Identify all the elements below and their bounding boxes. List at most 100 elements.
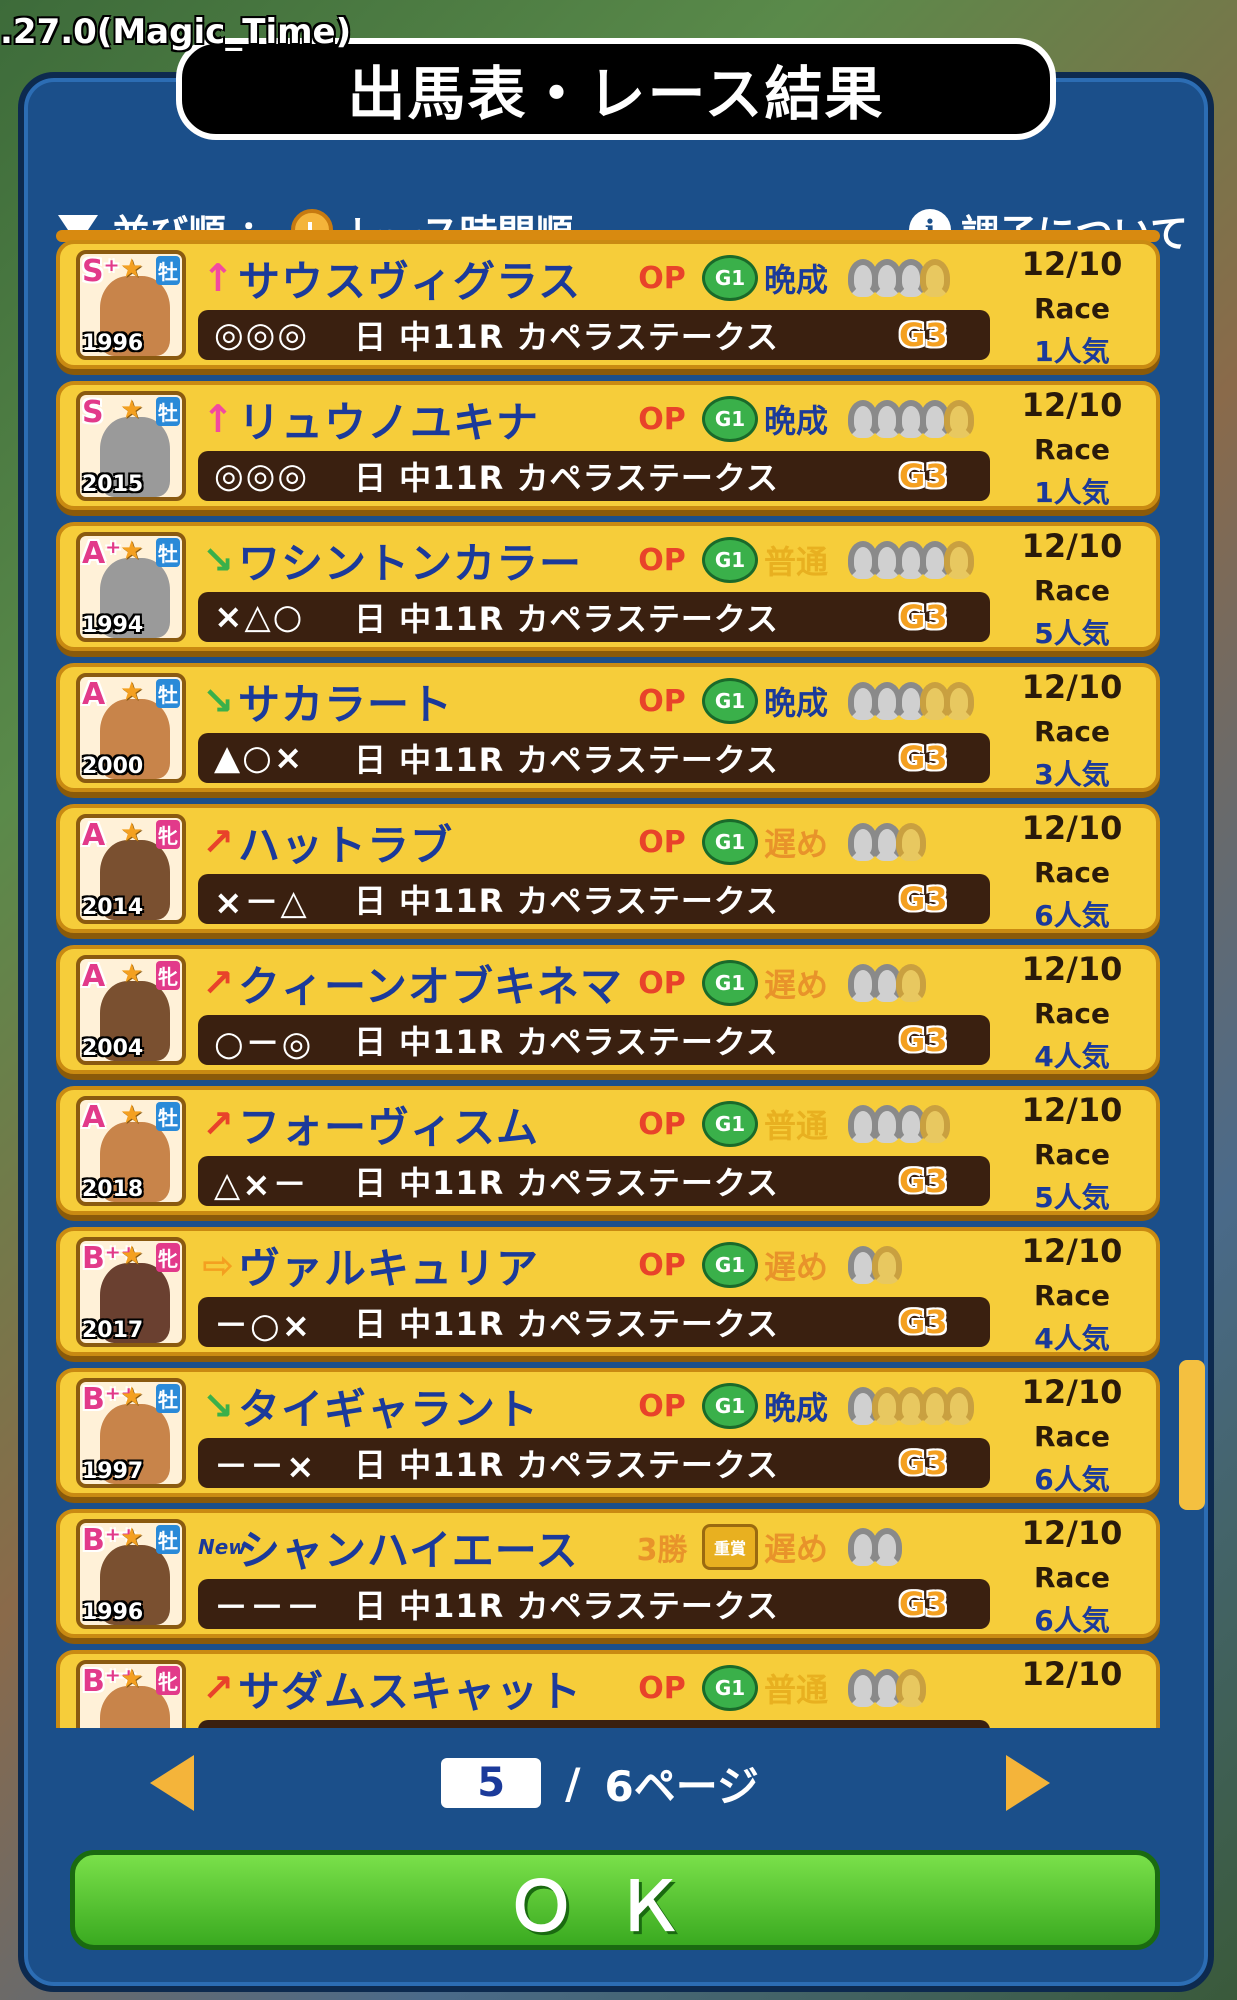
ok-button[interactable]: ＯＫ <box>70 1850 1160 1950</box>
horse-info-line: ↘ タイギャラント OP G1 晩成 <box>198 1378 978 1434</box>
growth-type: 遅め <box>764 825 829 863</box>
race-name: 日 中11R カペラステークス <box>354 1446 779 1484</box>
horse-row[interactable]: A⁺ ★ 牡 1994 ↘ ワシントンカラー OP G1 普通 ×△○ 日 中1… <box>56 522 1160 651</box>
race-entry-bar: ×－△ 日 中11R カペラステークス G3 <box>198 874 990 924</box>
horse-info-line: ↑ リュウノユキナ OP G1 晩成 <box>198 391 978 447</box>
horse-list[interactable]: S⁺ ★ 牡 1996 ↑ サウスヴィグラス OP G1 晩成 ◎◎◎ 日 中1… <box>56 240 1160 1728</box>
new-badge: New <box>198 1535 247 1559</box>
prev-page-arrow-icon[interactable] <box>150 1755 194 1811</box>
horse-rank: S⁺ <box>82 254 120 289</box>
race-name: 日 中11R カペラステークス <box>354 318 779 356</box>
horse-row[interactable]: A ★ 牡 2018 ↗ フォーヴィスム OP G1 普通 △×－ 日 中11R… <box>56 1086 1160 1215</box>
horse-class: OP <box>638 401 686 437</box>
horse-class: OP <box>638 542 686 578</box>
horse-row[interactable]: A ★ 牝 2004 ↗ クィーンオブキネマ OP G1 遅め ○－◎ 日 中1… <box>56 945 1160 1074</box>
star-icon: ★ <box>120 1523 144 1553</box>
horse-sex: 牝 <box>156 1243 180 1272</box>
trend-arrow-icon: ↘ <box>202 1384 234 1428</box>
horse-row[interactable]: B⁺⁺ ★ 牡 1996 New シャンハイエース 3勝 重賞 遅め －－－ 日… <box>56 1509 1160 1638</box>
popularity: 4人気 <box>1034 1040 1110 1073</box>
horse-name: リュウノユキナ <box>238 397 540 447</box>
horse-info-line: ↗ サダムスキャット OP G1 普通 <box>198 1660 978 1716</box>
race-date: 12/10 <box>1021 1091 1123 1129</box>
growth-type: 遅め <box>764 1248 829 1286</box>
horse-info-line: New シャンハイエース 3勝 重賞 遅め <box>198 1519 978 1575</box>
race-name: 日 中11R カペラステークス <box>354 1164 779 1202</box>
horse-name: シャンハイエース <box>238 1525 579 1575</box>
condition-shoes <box>848 823 926 861</box>
race-date-col: 12/10 Race 6人気 <box>1002 812 1142 930</box>
horse-info-line: ↗ クィーンオブキネマ OP G1 遅め <box>198 955 978 1011</box>
race-label: Race <box>1033 997 1111 1030</box>
horse-year: 2004 <box>82 1036 144 1061</box>
horse-class: OP <box>638 1247 686 1283</box>
popularity: 4人気 <box>1034 1322 1110 1355</box>
condition-shoes <box>848 964 926 1002</box>
page-title: 出馬表・レース結果 <box>347 60 885 128</box>
horse-portrait: S⁺ ★ 牡 1996 <box>76 250 186 360</box>
race-grade: G3 <box>899 880 948 918</box>
race-label: Race <box>1033 1138 1111 1171</box>
race-entry-bar: ▲○× 日 中11R カペラステークス G3 <box>198 733 990 783</box>
race-label: Race <box>1033 574 1111 607</box>
popularity: 1人気 <box>1034 335 1110 368</box>
growth-type: 晩成 <box>764 261 829 299</box>
race-date-col: 12/10 <box>1002 1658 1142 1728</box>
horse-row[interactable]: B⁺⁺ ★ 牡 1997 ↘ タイギャラント OP G1 晩成 －－× 日 中1… <box>56 1368 1160 1497</box>
horse-year: 2000 <box>82 754 144 779</box>
race-grade: G3 <box>899 316 948 354</box>
horse-class: OP <box>638 1106 686 1142</box>
horse-row[interactable]: B⁺⁺ ★ 牝 ↗ サダムスキャット OP G1 普通 12/10 <box>56 1650 1160 1728</box>
list-scrollbar[interactable] <box>1179 1360 1205 1510</box>
horse-info-line: ⇨ ヴァルキュリア OP G1 遅め <box>198 1237 978 1293</box>
star-icon: ★ <box>120 959 144 989</box>
condition-shoes <box>848 1528 902 1566</box>
prediction-marks: －○× <box>214 1305 313 1346</box>
prediction-marks: ◎◎◎ <box>214 315 310 355</box>
horse-sex: 牝 <box>156 820 180 849</box>
horse-row[interactable]: S ★ 牡 2015 ↑ リュウノユキナ OP G1 晩成 ◎◎◎ 日 中11R… <box>56 381 1160 510</box>
grade-badge-icon: G1 <box>702 819 758 865</box>
horse-name: サカラート <box>238 679 454 729</box>
race-name: 日 中11R カペラステークス <box>354 600 779 638</box>
condition-shoes <box>848 259 950 297</box>
condition-shoes <box>848 1105 950 1143</box>
horse-row[interactable]: B⁺⁺ ★ 牝 2017 ⇨ ヴァルキュリア OP G1 遅め －○× 日 中1… <box>56 1227 1160 1356</box>
horse-row[interactable]: A ★ 牡 2000 ↘ サカラート OP G1 晩成 ▲○× 日 中11R カ… <box>56 663 1160 792</box>
horse-portrait: A ★ 牡 2000 <box>76 673 186 783</box>
condition-shoes <box>848 541 974 579</box>
prediction-marks: ▲○× <box>214 738 305 778</box>
race-date: 12/10 <box>1021 1655 1123 1693</box>
race-entry-bar: ○－◎ 日 中11R カペラステークス G3 <box>198 1015 990 1065</box>
grade-badge-icon: 重賞 <box>702 1524 758 1570</box>
race-label: Race <box>1033 1561 1111 1594</box>
race-date-col: 12/10 Race 3人気 <box>1002 671 1142 789</box>
prediction-marks: －－× <box>214 1446 317 1487</box>
horse-row[interactable]: A ★ 牝 2014 ↗ ハットラブ OP G1 遅め ×－△ 日 中11R カ… <box>56 804 1160 933</box>
race-date: 12/10 <box>1021 950 1123 988</box>
grade-badge-icon: G1 <box>702 1665 758 1711</box>
horse-portrait: A ★ 牡 2018 <box>76 1096 186 1206</box>
next-page-arrow-icon[interactable] <box>1005 1755 1050 1811</box>
current-page[interactable]: 5 <box>441 1758 542 1808</box>
horseshoe-icon <box>896 964 926 1002</box>
horseshoe-icon <box>896 1669 926 1707</box>
race-entry-bar: ◎◎◎ 日 中11R カペラステークス G3 <box>198 310 990 360</box>
horse-info-line: ↗ ハットラブ OP G1 遅め <box>198 814 978 870</box>
horseshoe-icon <box>872 1528 902 1566</box>
horse-portrait: A⁺ ★ 牡 1994 <box>76 532 186 642</box>
horse-class: OP <box>638 1388 686 1424</box>
horse-portrait: B⁺⁺ ★ 牡 1996 <box>76 1519 186 1629</box>
popularity: 1人気 <box>1034 476 1110 509</box>
race-entry-bar <box>198 1720 990 1728</box>
popularity: 5人気 <box>1034 617 1110 650</box>
star-icon: ★ <box>120 536 144 566</box>
horse-rank: A <box>82 1100 106 1135</box>
popularity: 6人気 <box>1034 1463 1110 1496</box>
grade-badge-icon: G1 <box>702 537 758 583</box>
race-date-col: 12/10 Race 5人気 <box>1002 1094 1142 1212</box>
prediction-marks: ×－△ <box>214 882 309 923</box>
horse-row[interactable]: S⁺ ★ 牡 1996 ↑ サウスヴィグラス OP G1 晩成 ◎◎◎ 日 中1… <box>56 240 1160 369</box>
horse-class: OP <box>638 824 686 860</box>
race-label: Race <box>1033 1279 1111 1312</box>
